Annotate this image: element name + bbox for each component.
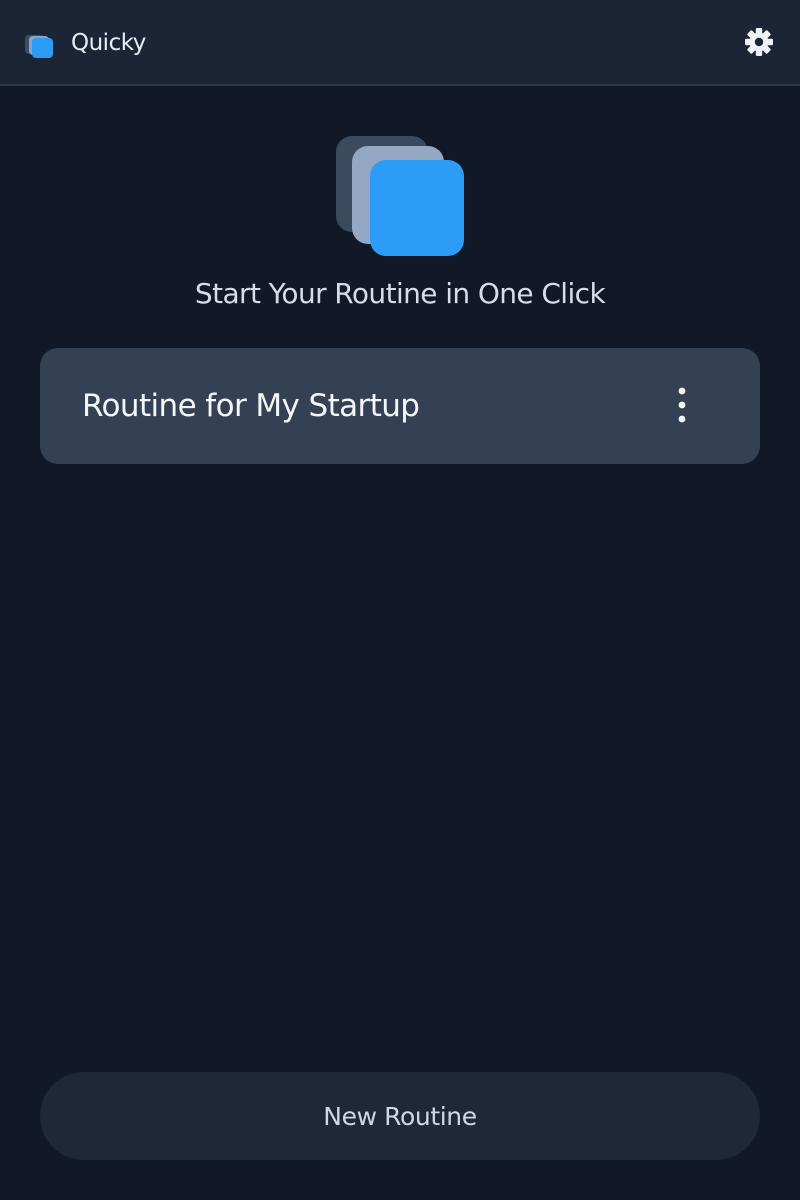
- routine-name: Routine for My Startup: [82, 388, 420, 424]
- settings-button[interactable]: [742, 25, 776, 59]
- gear-icon: [745, 28, 773, 56]
- more-vertical-icon: [678, 387, 686, 423]
- header-bar: Quicky: [0, 0, 800, 86]
- app-window: Quicky Start Your Routine in One Click R…: [0, 0, 800, 1200]
- new-routine-button[interactable]: New Routine: [40, 1072, 760, 1160]
- app-title: Quicky: [71, 30, 146, 56]
- tagline: Start Your Routine in One Click: [194, 277, 606, 310]
- routine-card[interactable]: Routine for My Startup: [40, 348, 760, 464]
- routine-menu-button[interactable]: [662, 384, 702, 428]
- stacked-cards-icon: [336, 136, 464, 256]
- stacked-cards-icon: [25, 35, 53, 58]
